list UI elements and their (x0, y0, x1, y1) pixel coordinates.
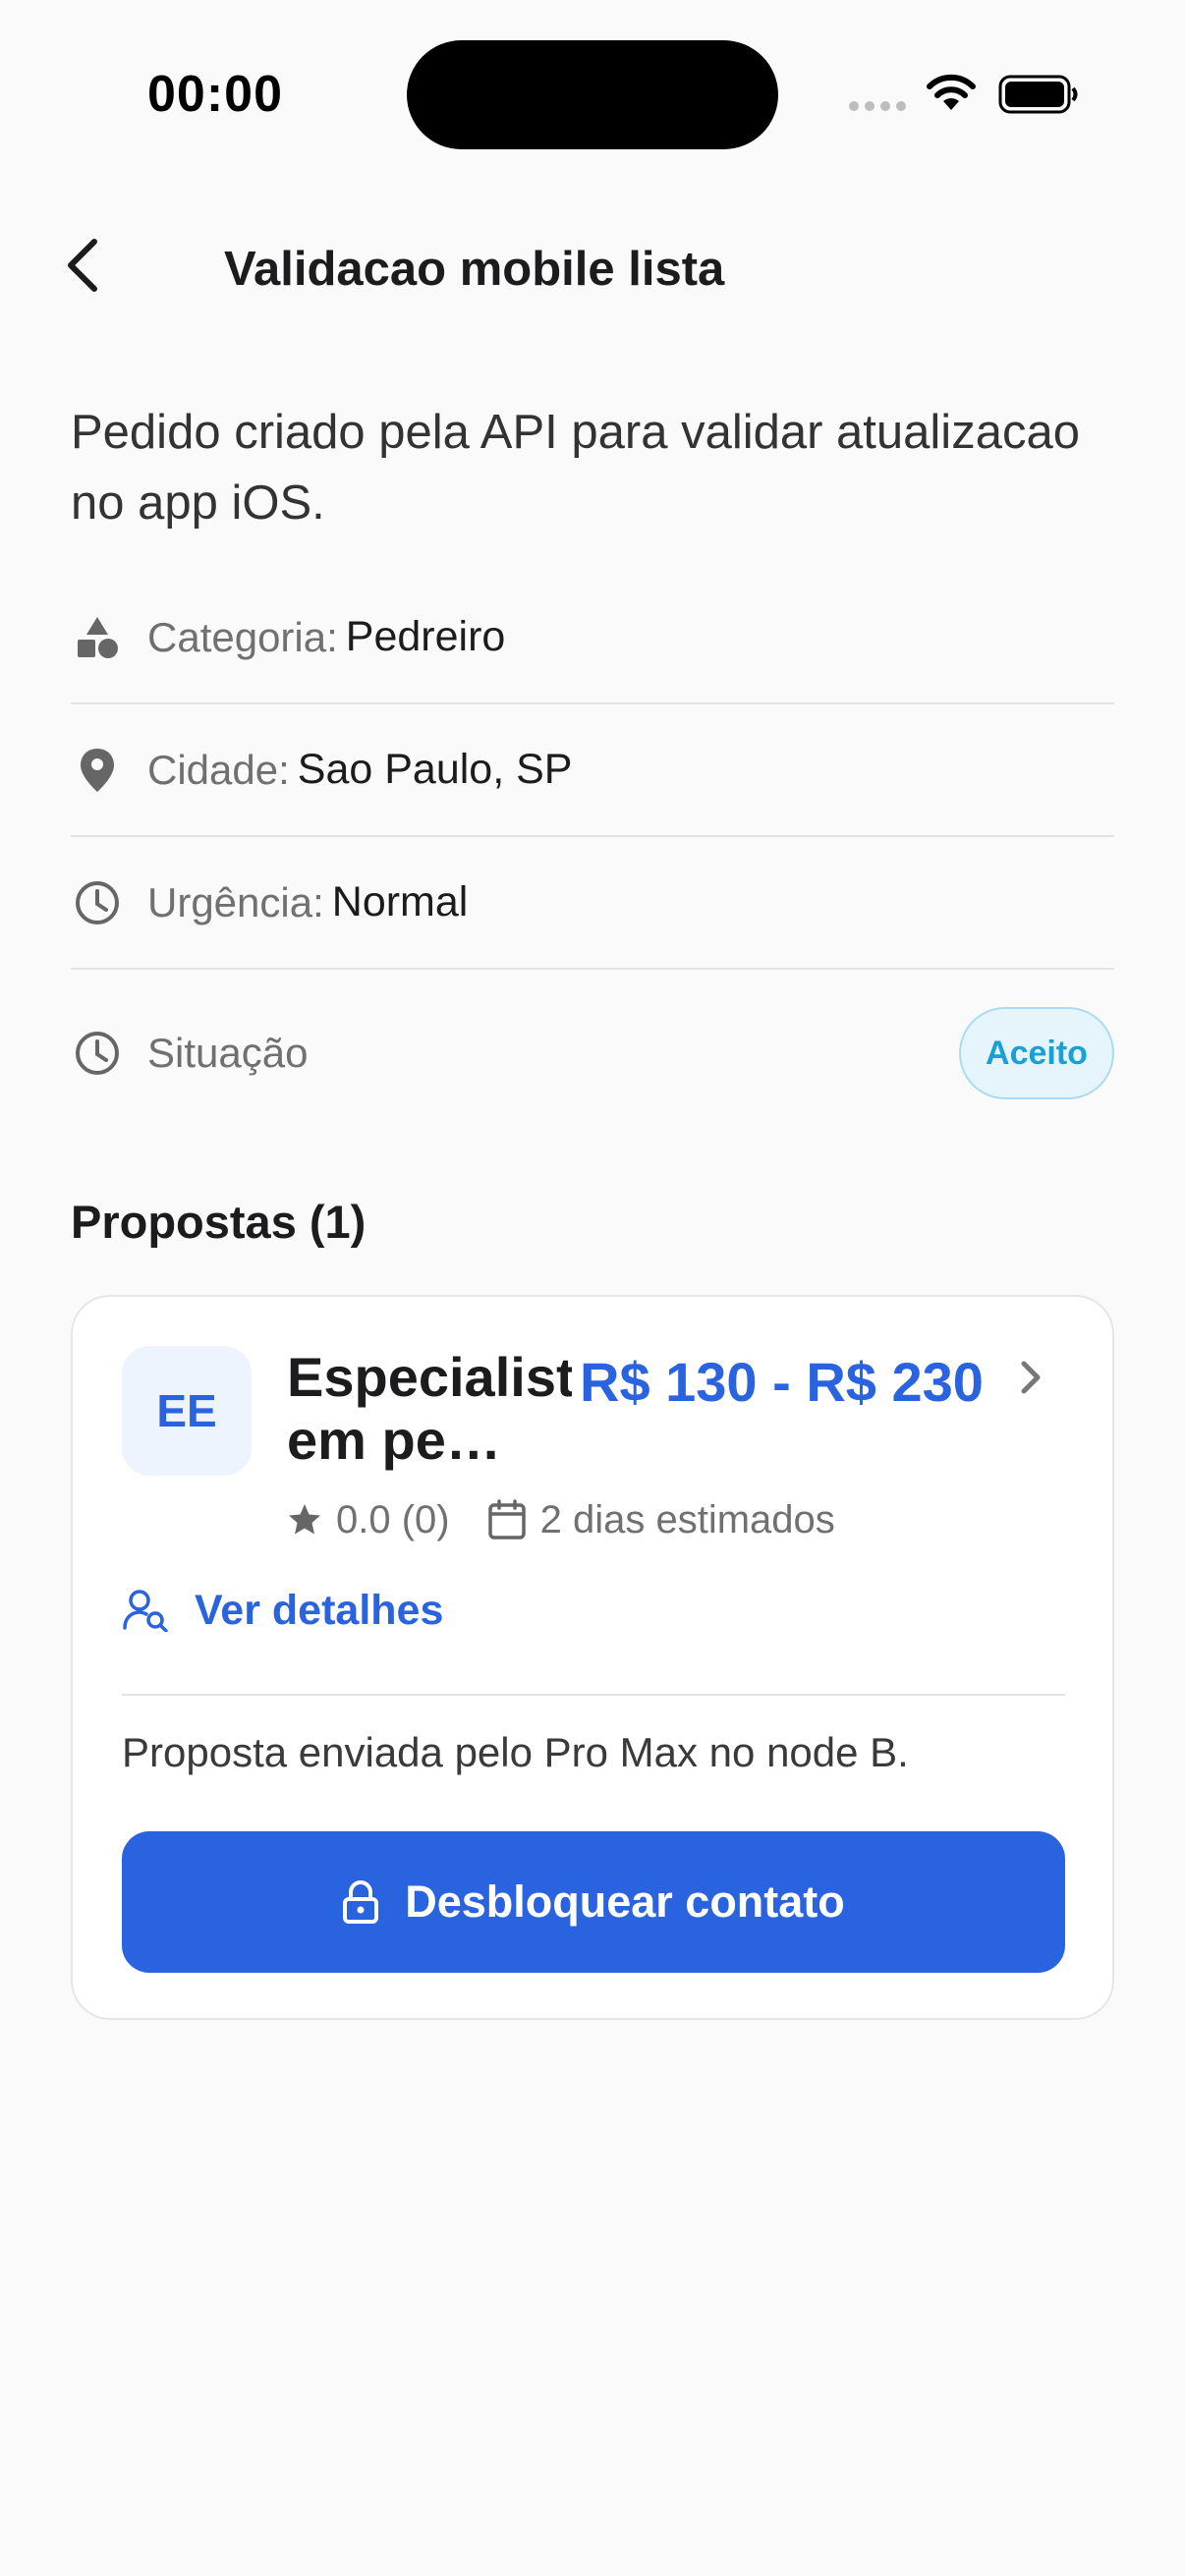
location-pin-icon (73, 746, 122, 795)
urgency-label: Urgência: (147, 878, 324, 925)
proposal-card[interactable]: EE Especialista em pe… R$ 130 - R$ 230 0… (71, 1295, 1114, 2020)
navigation-bar: Validacao mobile lista (0, 206, 1185, 324)
star-icon (287, 1502, 322, 1538)
shapes-icon (73, 613, 122, 662)
clock-icon (73, 878, 122, 927)
view-details-label: Ver detalhes (195, 1586, 444, 1634)
wifi-icon (924, 71, 979, 119)
city-value: Sao Paulo, SP (297, 746, 573, 793)
price-range: R$ 130 - R$ 230 (580, 1351, 984, 1413)
divider (122, 1694, 1065, 1696)
status-bar: 00:00 (0, 0, 1185, 187)
lock-icon (342, 1879, 379, 1925)
dynamic-island (407, 40, 778, 149)
unlock-contact-label: Desbloquear contato (405, 1876, 845, 1927)
chevron-right-icon[interactable] (1018, 1358, 1044, 1402)
info-row-urgency: Urgência: Normal (71, 837, 1114, 970)
proposals-title: Propostas (1) (71, 1196, 367, 1248)
duration-text: 2 dias estimados (539, 1497, 835, 1541)
page-title: Validacao mobile lista (224, 243, 725, 296)
status-time: 00:00 (147, 66, 283, 123)
info-row-category: Categoria: Pedreiro (71, 572, 1114, 704)
category-value: Pedreiro (345, 613, 506, 660)
user-search-icon (122, 1589, 169, 1632)
view-details-link[interactable]: Ver detalhes (122, 1574, 443, 1647)
status-label: Situação (147, 1029, 309, 1076)
proposal-message: Proposta enviada pelo Pro Max no node B. (122, 1729, 909, 1775)
avatar: EE (122, 1346, 252, 1476)
clock-icon (73, 1029, 122, 1078)
calendar-icon (487, 1499, 527, 1540)
battery-icon (998, 75, 1079, 119)
cellular-signal-icon (849, 101, 906, 111)
status-badge: Aceito (959, 1007, 1114, 1099)
professional-name: Especialista em pe… (287, 1346, 572, 1471)
city-label: Cidade: (147, 746, 290, 793)
order-description: Pedido criado pela API para validar atua… (71, 406, 1080, 530)
back-button[interactable] (53, 228, 112, 303)
unlock-contact-button[interactable]: Desbloquear contato (122, 1831, 1065, 1973)
info-row-status: Situação Aceito (71, 986, 1114, 1119)
rating-text: 0.0 (0) (336, 1497, 450, 1541)
category-label: Categoria: (147, 613, 338, 660)
chevron-left-icon (68, 239, 97, 292)
info-row-city: Cidade: Sao Paulo, SP (71, 704, 1114, 837)
urgency-value: Normal (331, 878, 469, 925)
proposal-meta: 0.0 (0) 2 dias estimados (287, 1493, 835, 1546)
